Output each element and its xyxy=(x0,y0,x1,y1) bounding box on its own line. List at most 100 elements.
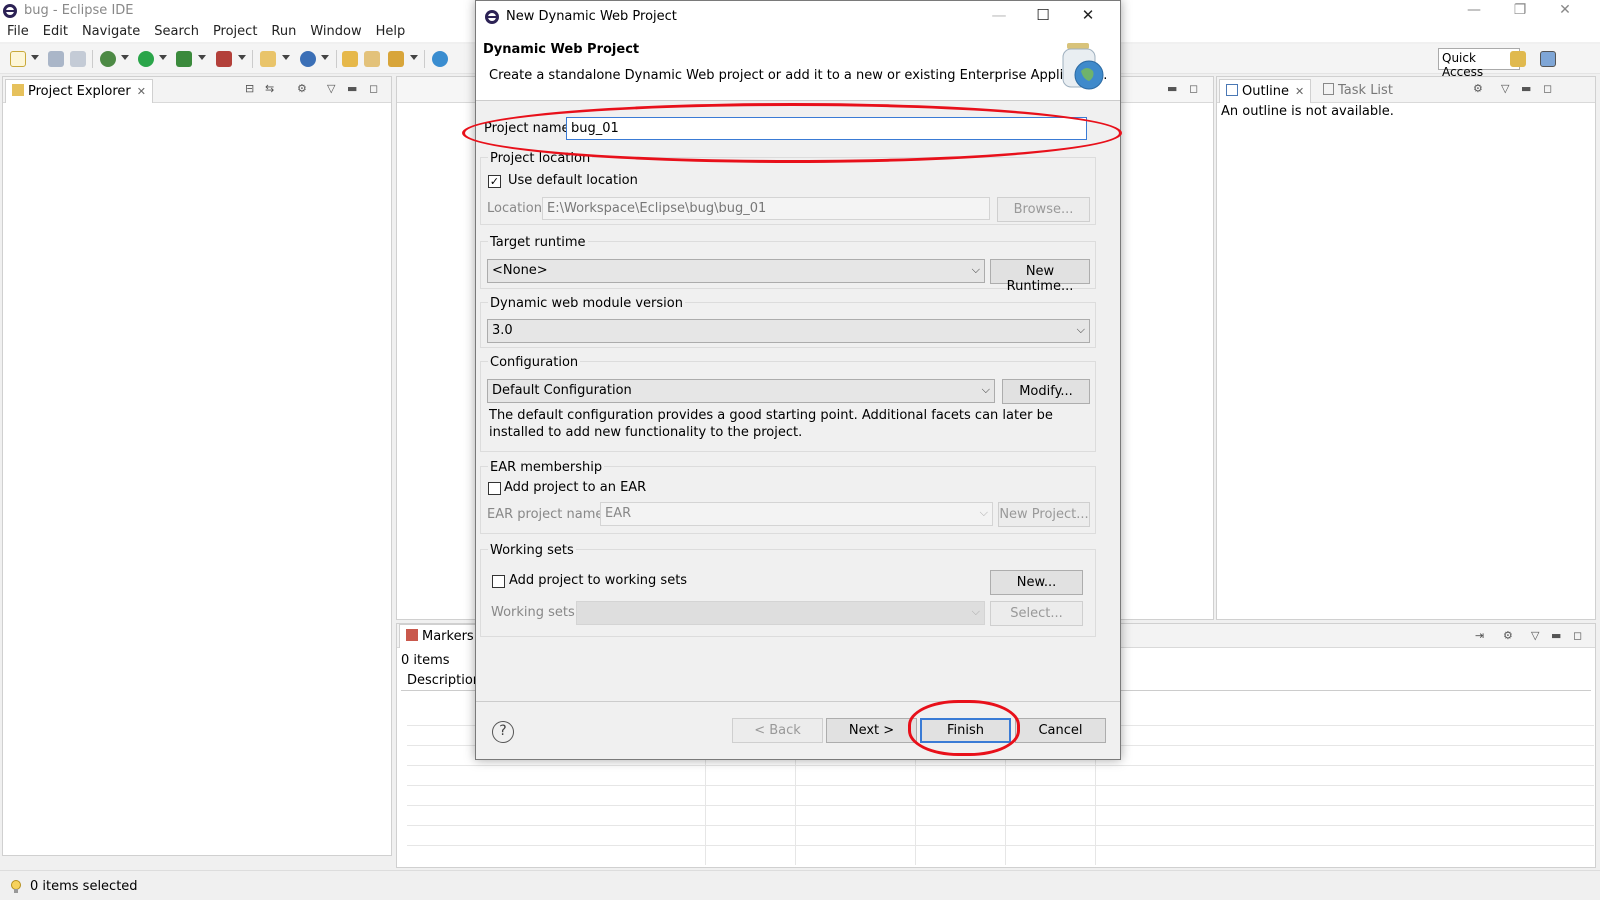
search-wand-icon[interactable] xyxy=(388,51,404,67)
target-runtime-label: Target runtime xyxy=(488,235,588,250)
task-list-tab-label: Task List xyxy=(1338,83,1393,98)
menu-edit[interactable]: Edit xyxy=(36,22,75,42)
restore-window-button[interactable]: ❐ xyxy=(1505,2,1535,20)
new-project-dropdown-arrow-icon[interactable] xyxy=(282,55,290,60)
maximize-editor-icon[interactable]: ◻ xyxy=(1189,82,1198,95)
back-button[interactable]: < Back xyxy=(732,718,823,743)
use-default-location-checkbox[interactable]: ✓ xyxy=(488,175,501,188)
add-to-ear-checkbox[interactable] xyxy=(488,482,501,495)
minimize-panel-icon[interactable]: ▬ xyxy=(1551,629,1561,642)
project-explorer-tabbar: Project Explorer ✕ ⊟ ⇆ ⚙ ▽ ▬ ◻ xyxy=(3,77,391,103)
run-icon[interactable] xyxy=(138,51,154,67)
debug-icon[interactable] xyxy=(100,51,116,67)
new-dropdown-arrow-icon[interactable] xyxy=(31,55,39,60)
location-label: Location: xyxy=(487,201,547,216)
run-server-icon[interactable] xyxy=(176,51,192,67)
focus-icon[interactable]: ⇥ xyxy=(1475,629,1484,642)
external-tools-dropdown-arrow-icon[interactable] xyxy=(238,55,246,60)
link-with-editor-icon[interactable]: ⇆ xyxy=(265,82,274,95)
close-tab-icon[interactable]: ✕ xyxy=(137,85,146,98)
new-class-dropdown-arrow-icon[interactable] xyxy=(321,55,329,60)
external-tools-icon[interactable] xyxy=(216,51,232,67)
new-ear-project-button[interactable]: New Project... xyxy=(998,502,1090,527)
view-menu-icon[interactable]: ▽ xyxy=(1531,629,1539,642)
tab-markers[interactable]: Markers xyxy=(399,624,481,648)
quick-access-field[interactable]: Quick Access xyxy=(1438,48,1520,79)
menu-file[interactable]: File xyxy=(0,22,36,42)
new-file-icon[interactable] xyxy=(10,51,26,67)
table-row xyxy=(407,825,1594,826)
menu-search[interactable]: Search xyxy=(147,22,206,42)
save-all-icon[interactable] xyxy=(70,51,86,67)
ear-project-name-label: EAR project name: xyxy=(487,507,608,522)
menu-help[interactable]: Help xyxy=(369,22,413,42)
lightbulb-icon xyxy=(11,880,21,893)
add-to-working-sets-checkbox[interactable] xyxy=(492,575,505,588)
sync-icon[interactable]: ⚙ xyxy=(1473,82,1483,95)
save-icon[interactable] xyxy=(48,51,64,67)
next-button[interactable]: Next > xyxy=(826,718,917,743)
new-class-icon[interactable] xyxy=(300,51,316,67)
minimize-editor-icon[interactable]: ▬ xyxy=(1167,82,1177,95)
menu-project[interactable]: Project xyxy=(206,22,264,42)
working-sets-select[interactable]: ⌵ xyxy=(576,601,985,625)
help-icon[interactable]: ? xyxy=(492,721,514,743)
collapse-all-icon[interactable]: ⊟ xyxy=(245,82,254,95)
new-runtime-button[interactable]: New Runtime... xyxy=(990,259,1090,294)
chevron-down-icon: ⌵ xyxy=(971,605,980,618)
table-row xyxy=(407,765,1594,766)
cancel-button[interactable]: Cancel xyxy=(1015,718,1106,743)
open-folder-icon[interactable] xyxy=(364,51,380,67)
configuration-description: The default configuration provides a goo… xyxy=(489,408,1053,440)
minimize-window-button[interactable]: — xyxy=(1459,2,1489,20)
globe-icon[interactable] xyxy=(432,51,448,67)
run-server-dropdown-arrow-icon[interactable] xyxy=(198,55,206,60)
menu-run[interactable]: Run xyxy=(264,22,303,42)
add-to-ear-label: Add project to an EAR xyxy=(504,480,647,495)
minimize-panel-icon[interactable]: ▬ xyxy=(347,82,357,95)
maximize-panel-icon[interactable]: ◻ xyxy=(1573,629,1582,642)
target-runtime-select[interactable]: <None> ⌵ xyxy=(487,259,985,283)
modify-button[interactable]: Modify... xyxy=(1002,379,1090,404)
search-dropdown-arrow-icon[interactable] xyxy=(410,55,418,60)
dialog-minimize-button[interactable]: — xyxy=(984,6,1014,26)
run-dropdown-arrow-icon[interactable] xyxy=(159,55,167,60)
maximize-panel-icon[interactable]: ◻ xyxy=(369,82,378,95)
menu-navigate[interactable]: Navigate xyxy=(75,22,147,42)
configuration-value: Default Configuration xyxy=(492,383,632,398)
close-tab-icon[interactable]: ✕ xyxy=(1295,85,1304,98)
java-ee-perspective-icon[interactable] xyxy=(1540,51,1556,67)
dialog-description: Create a standalone Dynamic Web project … xyxy=(489,68,1108,83)
open-perspective-icon[interactable] xyxy=(1510,51,1526,67)
browse-button[interactable]: Browse... xyxy=(997,197,1090,222)
column-header-description[interactable]: Description xyxy=(407,673,481,688)
configuration-select[interactable]: Default Configuration ⌵ xyxy=(487,379,995,403)
markers-icon xyxy=(406,629,418,641)
outline-panel: Outline ✕ Task List ⚙ ▽ ▬ ◻ An outline is… xyxy=(1216,76,1596,620)
filter-icon[interactable]: ⚙ xyxy=(297,82,307,95)
open-type-icon[interactable] xyxy=(342,51,358,67)
filter-icon[interactable]: ⚙ xyxy=(1503,629,1513,642)
view-menu-icon[interactable]: ▽ xyxy=(327,82,335,95)
chevron-down-icon: ⌵ xyxy=(1076,323,1085,336)
module-version-select[interactable]: 3.0 ⌵ xyxy=(487,319,1090,343)
minimize-panel-icon[interactable]: ▬ xyxy=(1521,82,1531,95)
tab-task-list[interactable]: Task List xyxy=(1317,79,1399,103)
ear-project-name-select[interactable]: EAR ⌵ xyxy=(600,502,993,526)
location-input[interactable]: E:\Workspace\Eclipse\bug\bug_01 xyxy=(542,197,990,220)
tab-outline[interactable]: Outline ✕ xyxy=(1219,79,1312,103)
new-project-icon[interactable] xyxy=(260,51,276,67)
annotation-circle-finish xyxy=(908,700,1020,756)
new-working-set-button[interactable]: New... xyxy=(990,570,1083,595)
tab-project-explorer[interactable]: Project Explorer ✕ xyxy=(5,79,153,103)
dialog-close-button[interactable]: ✕ xyxy=(1073,6,1103,26)
web-project-banner-icon xyxy=(1062,43,1104,90)
menu-window[interactable]: Window xyxy=(303,22,368,42)
debug-dropdown-arrow-icon[interactable] xyxy=(121,55,129,60)
select-working-sets-button[interactable]: Select... xyxy=(990,601,1083,626)
status-text: 0 items selected xyxy=(30,879,138,894)
view-menu-icon[interactable]: ▽ xyxy=(1501,82,1509,95)
close-window-button[interactable]: ✕ xyxy=(1550,2,1580,20)
maximize-panel-icon[interactable]: ◻ xyxy=(1543,82,1552,95)
dialog-maximize-button[interactable]: ☐ xyxy=(1028,6,1058,26)
